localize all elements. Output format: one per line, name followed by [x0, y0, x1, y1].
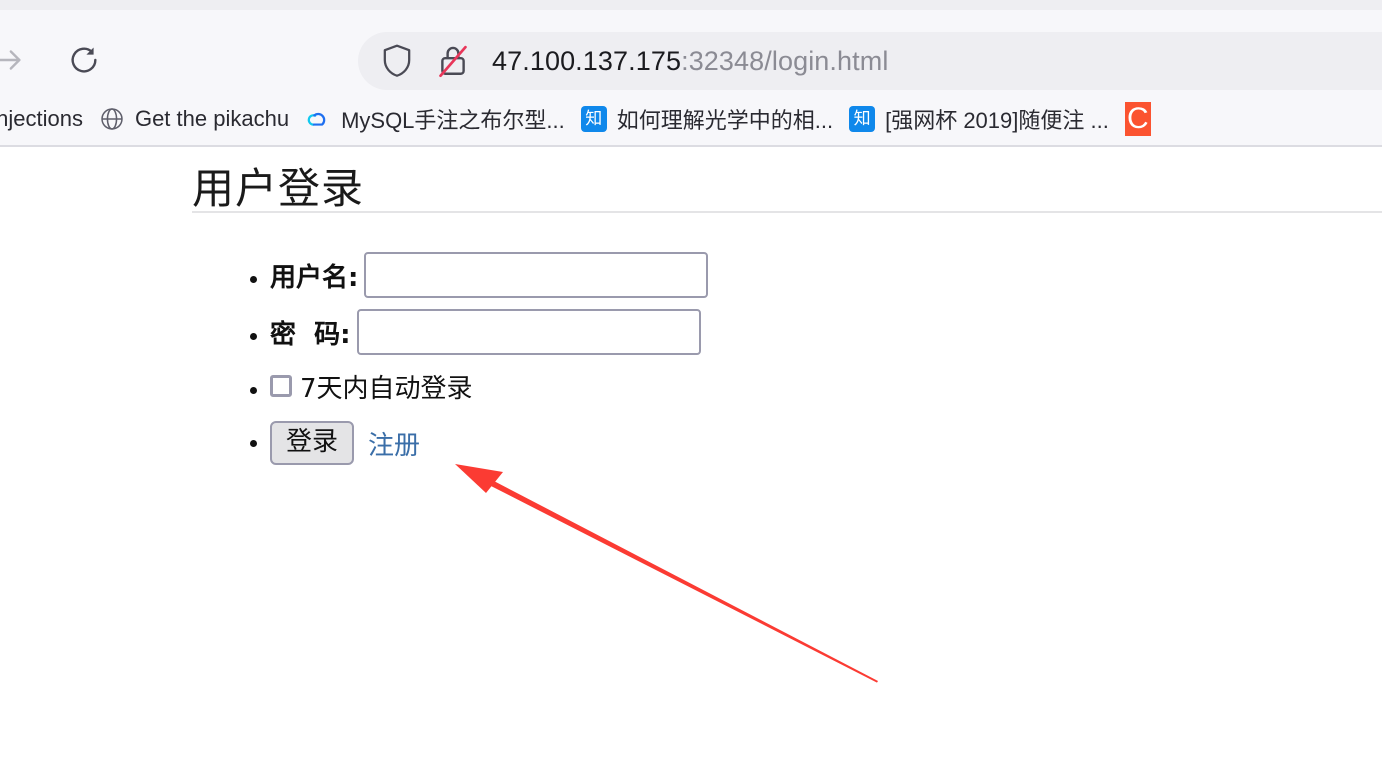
login-form-list: 用户名: 密 码: 7天内自动登录 登录 注册 [240, 251, 709, 479]
zhihu-icon: 知 [580, 105, 607, 132]
password-row: 密 码: [270, 308, 708, 356]
bookmark-label: [强网杯 2019]随便注 ... [885, 107, 1109, 133]
bookmark-label: Get the pikachu [134, 105, 290, 131]
c-favicon-glyph: C [1124, 101, 1151, 136]
browser-toolbar: 47.100.137.175:32348/login.html [0, 10, 1382, 90]
bookmark-zhihu-qwb2019[interactable]: 知 [强网杯 2019]随便注 ... [841, 99, 1117, 139]
page-content: 用户登录 用户名: 密 码: 7天内自动登录 登录 注册 [0, 147, 1382, 780]
zhihu-icon: 知 [849, 105, 876, 132]
bookmark-c-site[interactable]: C [1117, 99, 1159, 139]
list-item-actions: 登录 注册 [270, 416, 708, 470]
username-row: 用户名: [270, 251, 709, 299]
zhihu-icon-glyph: 知 [849, 105, 876, 132]
title-divider [192, 211, 1382, 213]
url-path: :32348/login.html [681, 45, 889, 76]
bookmark-label: Injections [0, 105, 83, 131]
login-button[interactable]: 登录 [270, 421, 355, 465]
action-row: 登录 注册 [270, 416, 708, 470]
bookmarks-bar: Injections Get the pikachu MySQL手注之布尔型..… [0, 90, 1382, 147]
url-text: 47.100.137.175:32348/login.html [492, 46, 888, 77]
bookmark-injections[interactable]: Injections [0, 99, 91, 139]
bookmark-zhihu-optics[interactable]: 知 如何理解光学中的相... [573, 99, 841, 139]
page-title: 用户登录 [192, 164, 365, 213]
remember-row: 7天内自动登录 [270, 365, 708, 407]
remember-me-label: 7天内自动登录 [300, 373, 473, 404]
browser-chrome: 47.100.137.175:32348/login.html Injectio… [0, 0, 1382, 147]
arrow-right-icon [0, 43, 25, 82]
list-item-remember: 7天内自动登录 [270, 365, 708, 407]
shield-icon[interactable] [380, 42, 414, 80]
bookmark-mysql-blind-injection[interactable]: MySQL手注之布尔型... [297, 99, 573, 139]
register-link[interactable]: 注册 [368, 425, 420, 462]
tab-strip [0, 0, 1382, 10]
insecure-lock-icon[interactable] [436, 42, 470, 80]
c-favicon-icon: C [1124, 101, 1151, 136]
bookmark-label: 如何理解光学中的相... [616, 107, 834, 133]
bookmark-get-the-pikachu[interactable]: Get the pikachu [91, 99, 297, 139]
url-bar[interactable]: 47.100.137.175:32348/login.html [358, 32, 1382, 90]
url-host: 47.100.137.175 [492, 45, 682, 76]
zhihu-icon-glyph: 知 [580, 105, 607, 132]
password-label: 密 码: [270, 319, 351, 350]
username-label: 用户名: [270, 262, 359, 293]
username-input[interactable] [364, 252, 709, 298]
list-item-password: 密 码: [270, 308, 708, 356]
list-item-username: 用户名: [270, 251, 709, 299]
forward-button[interactable] [0, 40, 30, 84]
remember-me-checkbox[interactable] [270, 375, 292, 397]
cloud-icon [305, 106, 331, 132]
reload-icon [68, 44, 100, 81]
globe-icon [99, 106, 125, 132]
bookmark-label: MySQL手注之布尔型... [341, 107, 565, 133]
reload-button[interactable] [62, 40, 106, 84]
password-input[interactable] [356, 309, 701, 355]
